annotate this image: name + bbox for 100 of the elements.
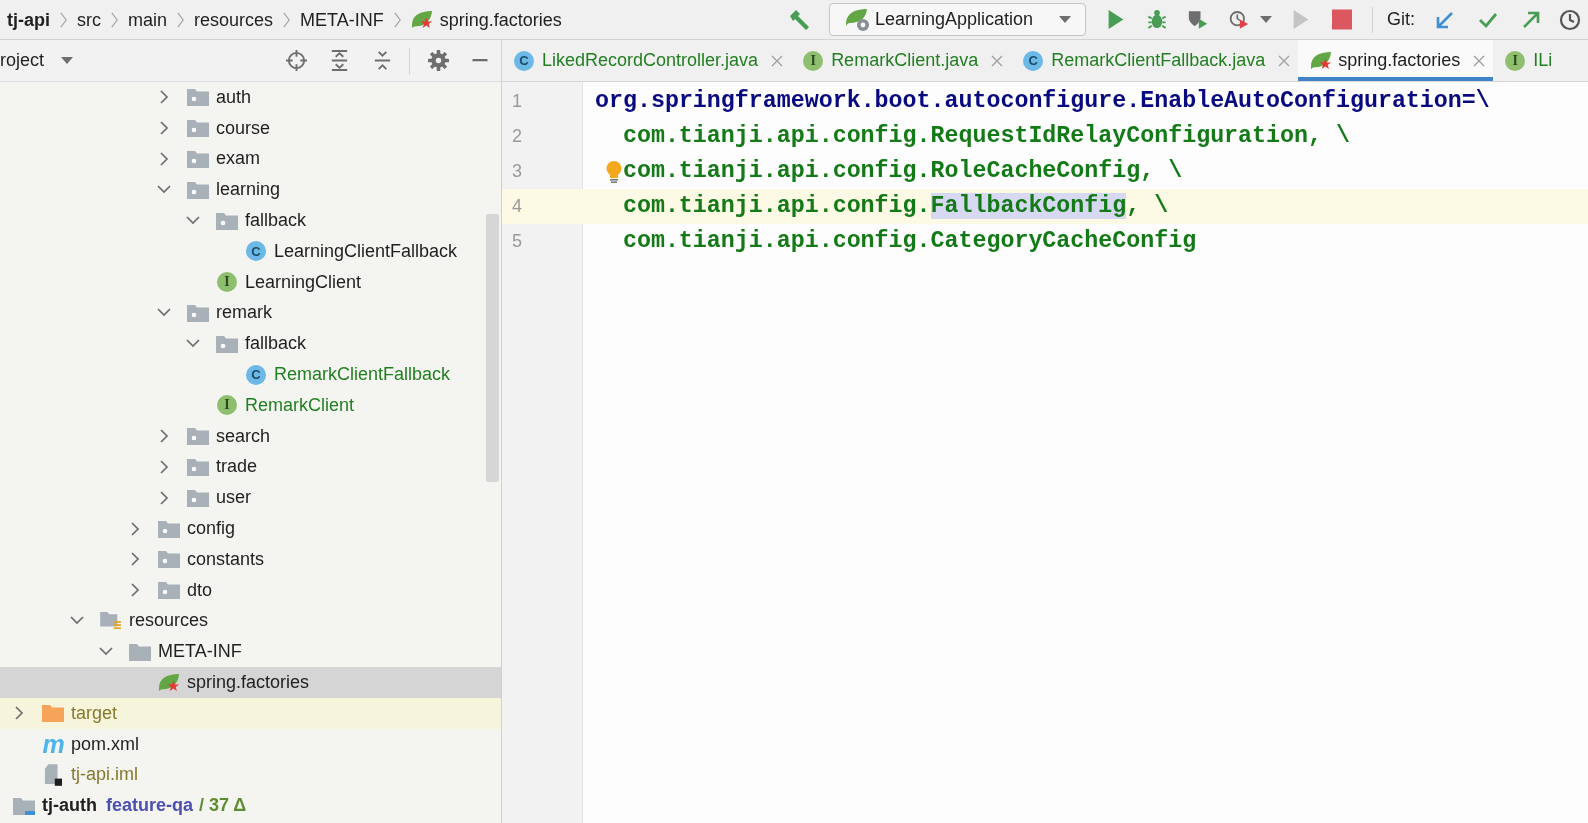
chevron-right-icon[interactable]	[159, 429, 169, 444]
shield-play-icon[interactable]	[1188, 9, 1209, 30]
folder-icon	[13, 796, 35, 815]
breadcrumb-item[interactable]: spring.factories	[410, 7, 562, 32]
code-line: com.tianji.api.config.RoleCacheConfig, \	[622, 157, 1183, 186]
tree-row[interactable]: target	[0, 697, 501, 729]
breadcrumb-item[interactable]: resources	[194, 7, 274, 32]
chevron-right-icon[interactable]	[14, 706, 24, 721]
code-line: com.tianji.api.config.RequestIdRelayConfiguration, \	[622, 122, 1350, 151]
letter-m-icon: m	[42, 733, 64, 756]
tree-row[interactable]: dto	[0, 574, 501, 606]
i-circle-icon: I	[217, 395, 237, 416]
collapse-all-icon[interactable]	[372, 50, 393, 71]
chevron-right-icon[interactable]	[159, 152, 169, 166]
arrow-down-left-icon[interactable]	[1434, 9, 1455, 30]
c-circle-icon: C	[246, 364, 266, 385]
tree-row[interactable]: config	[0, 513, 501, 544]
folder-icon	[42, 704, 64, 723]
tree-row[interactable]: auth	[0, 82, 501, 113]
editor-tab[interactable]: C LikedRecordController.java	[502, 40, 792, 81]
clock-play-icon[interactable]	[1229, 9, 1250, 30]
editor-tab[interactable]: I ILi	[1493, 40, 1561, 81]
clock-icon[interactable]	[1559, 8, 1581, 31]
bug-icon[interactable]	[1147, 9, 1168, 30]
tree-row[interactable]: search	[0, 420, 501, 452]
caret-icon	[61, 56, 73, 65]
tree-row[interactable]: fallback	[0, 328, 501, 360]
breadcrumb-item[interactable]: src	[77, 7, 101, 32]
tree-row[interactable]: C LearningClientFallback	[0, 236, 501, 267]
tree-row[interactable]: course	[0, 112, 501, 144]
stop-icon[interactable]	[1332, 9, 1353, 30]
tree-row[interactable]: I LearningClient	[0, 266, 501, 298]
editor-tab[interactable]: I RemarkClient.java	[791, 40, 1012, 81]
breadcrumb-item[interactable]: META-INF	[300, 7, 384, 32]
caret-icon[interactable]	[1260, 15, 1272, 24]
hammer-icon[interactable]	[788, 8, 810, 31]
tree-row[interactable]: resources	[0, 605, 501, 637]
tree-row[interactable]: tj-api.iml	[0, 759, 501, 791]
tree-row[interactable]: user	[0, 482, 501, 514]
chevron-right-icon[interactable]	[159, 90, 169, 105]
tree-row[interactable]: tj-auth feature-qa / 37 Δ	[0, 790, 501, 822]
chevron-right-icon[interactable]	[159, 459, 169, 474]
line-number: 1	[511, 91, 523, 112]
tree-row[interactable]: C RemarkClientFallback	[0, 359, 501, 390]
run-configuration-dropdown[interactable]: LearningApplication	[829, 3, 1086, 36]
leaf-star-icon	[410, 9, 434, 30]
chevron-down-icon[interactable]	[186, 339, 200, 349]
c-circle-icon: C	[1023, 50, 1044, 71]
chevron-down-icon[interactable]	[70, 616, 84, 626]
line-number: 4	[511, 196, 523, 217]
folder-icon	[129, 642, 151, 661]
chevron-right-icon[interactable]	[159, 490, 169, 505]
expand-all-icon[interactable]	[329, 50, 350, 71]
i-circle-icon: I	[1505, 50, 1526, 71]
editor-tab[interactable]: spring.factories	[1298, 40, 1494, 81]
tree-row[interactable]: m pom.xml	[0, 728, 501, 760]
code-line: com.tianji.api.config.FallbackConfig, \	[622, 192, 1169, 221]
settings-icon[interactable]	[428, 50, 449, 71]
breadcrumb-item[interactable]: tj-api	[7, 7, 50, 32]
code-line: com.tianji.api.config.CategoryCacheConfig	[622, 227, 1197, 256]
line-number: 2	[511, 126, 523, 147]
chevron-right-icon[interactable]	[130, 583, 140, 598]
leaf-star-icon	[157, 672, 181, 694]
scrollbar-thumb[interactable]	[486, 214, 499, 482]
caret-icon	[1059, 15, 1071, 24]
tree-row[interactable]: I RemarkClient	[0, 389, 501, 421]
tree-row[interactable]: learning	[0, 174, 501, 206]
tree-row[interactable]: fallback	[0, 205, 501, 236]
tree-row[interactable]: exam	[0, 143, 501, 175]
chevron-right-icon[interactable]	[130, 521, 140, 536]
chevron-down-icon[interactable]	[99, 647, 113, 657]
i-circle-icon: I	[803, 50, 824, 71]
chevron-down-icon[interactable]	[157, 185, 171, 195]
leaf-star-icon	[1310, 50, 1334, 71]
breadcrumb-item[interactable]: main	[128, 7, 167, 32]
c-circle-icon: C	[246, 241, 266, 262]
tree-row[interactable]: remark	[0, 297, 501, 329]
chevron-right-icon[interactable]	[130, 552, 140, 567]
chevron-right-icon[interactable]	[159, 121, 169, 136]
project-view-dropdown[interactable]: roject	[0, 50, 73, 71]
tree-row[interactable]: spring.factories	[0, 667, 501, 698]
git-label: Git:	[1387, 9, 1415, 30]
document-icon	[44, 763, 62, 786]
minimize-icon[interactable]	[470, 59, 490, 62]
close-icon[interactable]	[1473, 54, 1486, 67]
folder-lines-icon	[100, 611, 122, 630]
line-number: 3	[511, 161, 523, 182]
tree-row[interactable]: trade	[0, 451, 501, 483]
tree-row[interactable]: META-INF	[0, 636, 501, 668]
crosshair-icon[interactable]	[286, 50, 307, 71]
chevron-down-icon[interactable]	[157, 308, 171, 318]
editor-tab[interactable]: C RemarkClientFallback.java	[1011, 40, 1299, 81]
chevron-down-icon[interactable]	[186, 216, 200, 226]
c-circle-icon: C	[514, 50, 534, 71]
lightbulb-icon[interactable]	[606, 161, 622, 183]
leaf-gear-icon	[845, 7, 871, 32]
i-circle-icon: I	[217, 272, 237, 293]
line-number: 5	[511, 231, 523, 252]
tree-row[interactable]: constants	[0, 543, 501, 575]
code-line: org.springframework.boot.autoconfigure.EnableAutoConfiguration=\	[595, 87, 1490, 116]
